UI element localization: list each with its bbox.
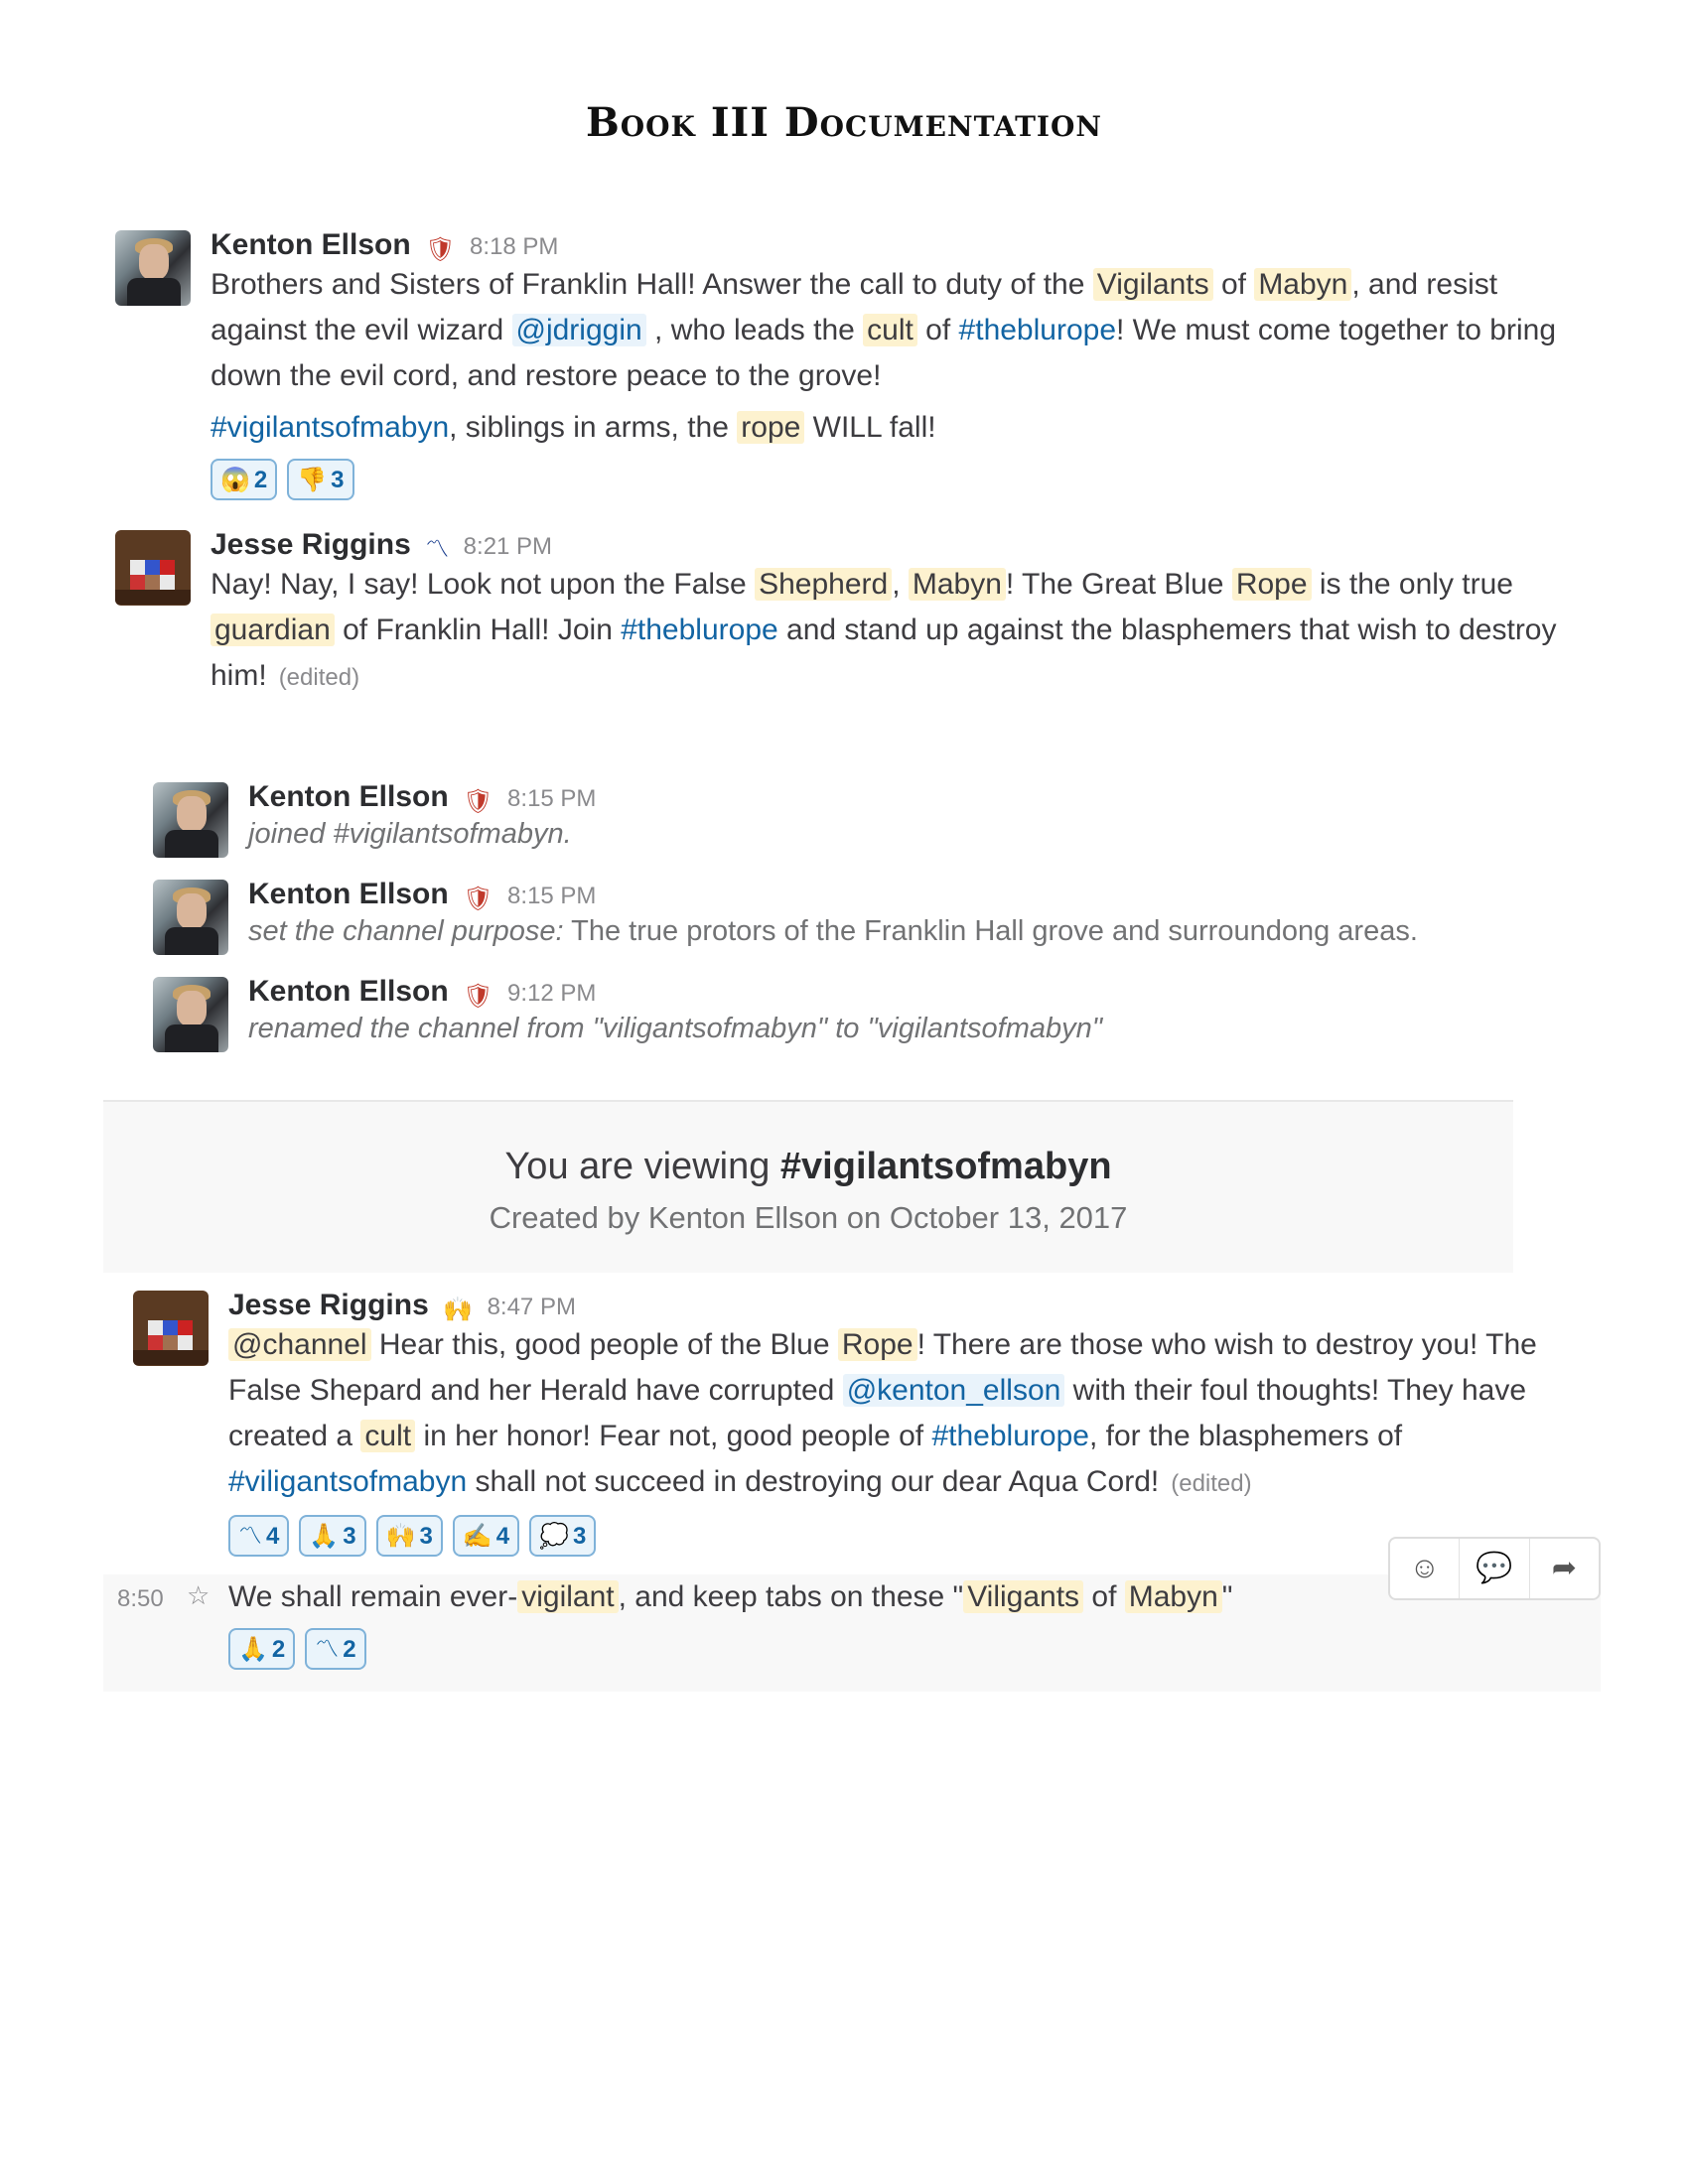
reaction-pill[interactable]: ✍ 4	[452, 1515, 520, 1557]
timestamp[interactable]: 8:21 PM	[464, 533, 552, 560]
message-text: We shall remain ever-vigilant, and keep …	[228, 1580, 1233, 1613]
avatar[interactable]	[115, 530, 191, 606]
thought-balloon-emoji-icon: 💭	[539, 1523, 569, 1550]
message-text: #vigilantsofmabyn, siblings in arms, the…	[211, 411, 936, 444]
add-reaction-icon[interactable]: ☺	[1390, 1539, 1461, 1598]
message-text: Brothers and Sisters of Franklin Hall! A…	[211, 268, 1556, 392]
avatar[interactable]	[115, 230, 191, 306]
timestamp[interactable]: 8:18 PM	[470, 233, 558, 260]
reactions: 🙏 2 〽 2	[228, 1628, 1579, 1674]
reaction-pill[interactable]: 😱 2	[211, 459, 278, 500]
message-text: @channel Hear this, good people of the B…	[228, 1328, 1537, 1498]
reaction-pill[interactable]: 🙏 2	[228, 1628, 296, 1670]
thumbs-down-emoji-icon: 👎	[297, 467, 328, 493]
pray-emoji-icon: 🙏	[309, 1523, 340, 1550]
start-thread-icon[interactable]: 💬	[1460, 1539, 1530, 1598]
timestamp[interactable]: 9:12 PM	[507, 980, 596, 1007]
rope-emoji-icon: 〽	[315, 1636, 340, 1663]
avatar[interactable]	[153, 977, 228, 1052]
raised-hands-emoji-icon: 🙌	[385, 1523, 416, 1550]
share-message-icon[interactable]: ➦	[1530, 1539, 1599, 1598]
scream-emoji-icon: 😱	[220, 467, 250, 493]
author-name[interactable]: Kenton Ellson	[248, 975, 449, 1008]
reaction-pill[interactable]: 〽 4	[228, 1515, 290, 1557]
message-text: Nay! Nay, I say! Look not upon the False…	[211, 568, 1557, 692]
channel-link[interactable]: #theblurope	[959, 314, 1116, 346]
timestamp[interactable]: 8:50	[117, 1582, 164, 1616]
reaction-pill[interactable]: 🙏 3	[299, 1515, 366, 1557]
timestamp[interactable]: 8:47 PM	[488, 1294, 576, 1320]
author-name[interactable]: Kenton Ellson	[248, 780, 449, 813]
author-name[interactable]: Kenton Ellson	[211, 228, 411, 261]
edited-label: (edited)	[1171, 1470, 1252, 1497]
reaction-pill[interactable]: 💭 3	[529, 1515, 597, 1557]
document-title: Book III Documentation	[585, 99, 1103, 146]
system-text: set the channel purpose: The true protor…	[248, 915, 1418, 947]
author-name[interactable]: Kenton Ellson	[248, 878, 449, 910]
channel-link[interactable]: #theblurope	[931, 1420, 1088, 1452]
channel-link[interactable]: #theblurope	[621, 614, 777, 646]
timestamp[interactable]: 8:15 PM	[507, 785, 596, 812]
reactions: 😱 2 👎 3	[211, 459, 1561, 504]
followup-message: We shall remain ever-vigilant, and keep …	[228, 1574, 1579, 1674]
author-name[interactable]: Jesse Riggins	[228, 1289, 429, 1321]
edited-label: (edited)	[278, 664, 360, 691]
timestamp[interactable]: 8:15 PM	[507, 883, 596, 909]
writing-hand-emoji-icon: ✍	[462, 1523, 492, 1550]
pray-emoji-icon: 🙏	[238, 1636, 268, 1663]
avatar[interactable]	[153, 880, 228, 955]
banner-channel[interactable]: #vigilantsofmabyn	[780, 1146, 1112, 1187]
avatar[interactable]	[153, 782, 228, 858]
reaction-pill[interactable]: 🙌 3	[375, 1515, 443, 1557]
system-text: joined #vigilantsofmabyn.	[248, 818, 572, 850]
author-name[interactable]: Jesse Riggins	[211, 528, 411, 561]
banner-prefix: You are viewing	[504, 1146, 780, 1187]
reactions: 〽 4 🙏 3 🙌 3 ✍ 4 💭 3	[228, 1515, 1589, 1561]
message-actions-toolbar: ☺ 💬 ➦	[1388, 1537, 1601, 1600]
avatar[interactable]	[133, 1291, 209, 1366]
channel-link[interactable]: #vigilantsofmabyn	[211, 411, 449, 444]
star-icon[interactable]: ☆	[187, 1580, 210, 1611]
user-mention[interactable]: @jdriggin	[511, 314, 646, 346]
channel-link[interactable]: #viligantsofmabyn	[228, 1465, 467, 1498]
rope-emoji-icon: 〽	[238, 1523, 262, 1550]
reaction-pill[interactable]: 〽 2	[305, 1628, 366, 1670]
reaction-pill[interactable]: 👎 3	[287, 459, 354, 500]
channel-intro-banner: You are viewing #vigilantsofmabyn Create…	[103, 1100, 1513, 1273]
user-mention[interactable]: @kenton_ellson	[842, 1374, 1065, 1407]
system-text: renamed the channel from "viligantsofmab…	[248, 1013, 1103, 1044]
banner-created: Created by Kenton Ellson on October 13, …	[489, 1200, 1128, 1235]
channel-mention[interactable]: @channel	[228, 1328, 371, 1361]
